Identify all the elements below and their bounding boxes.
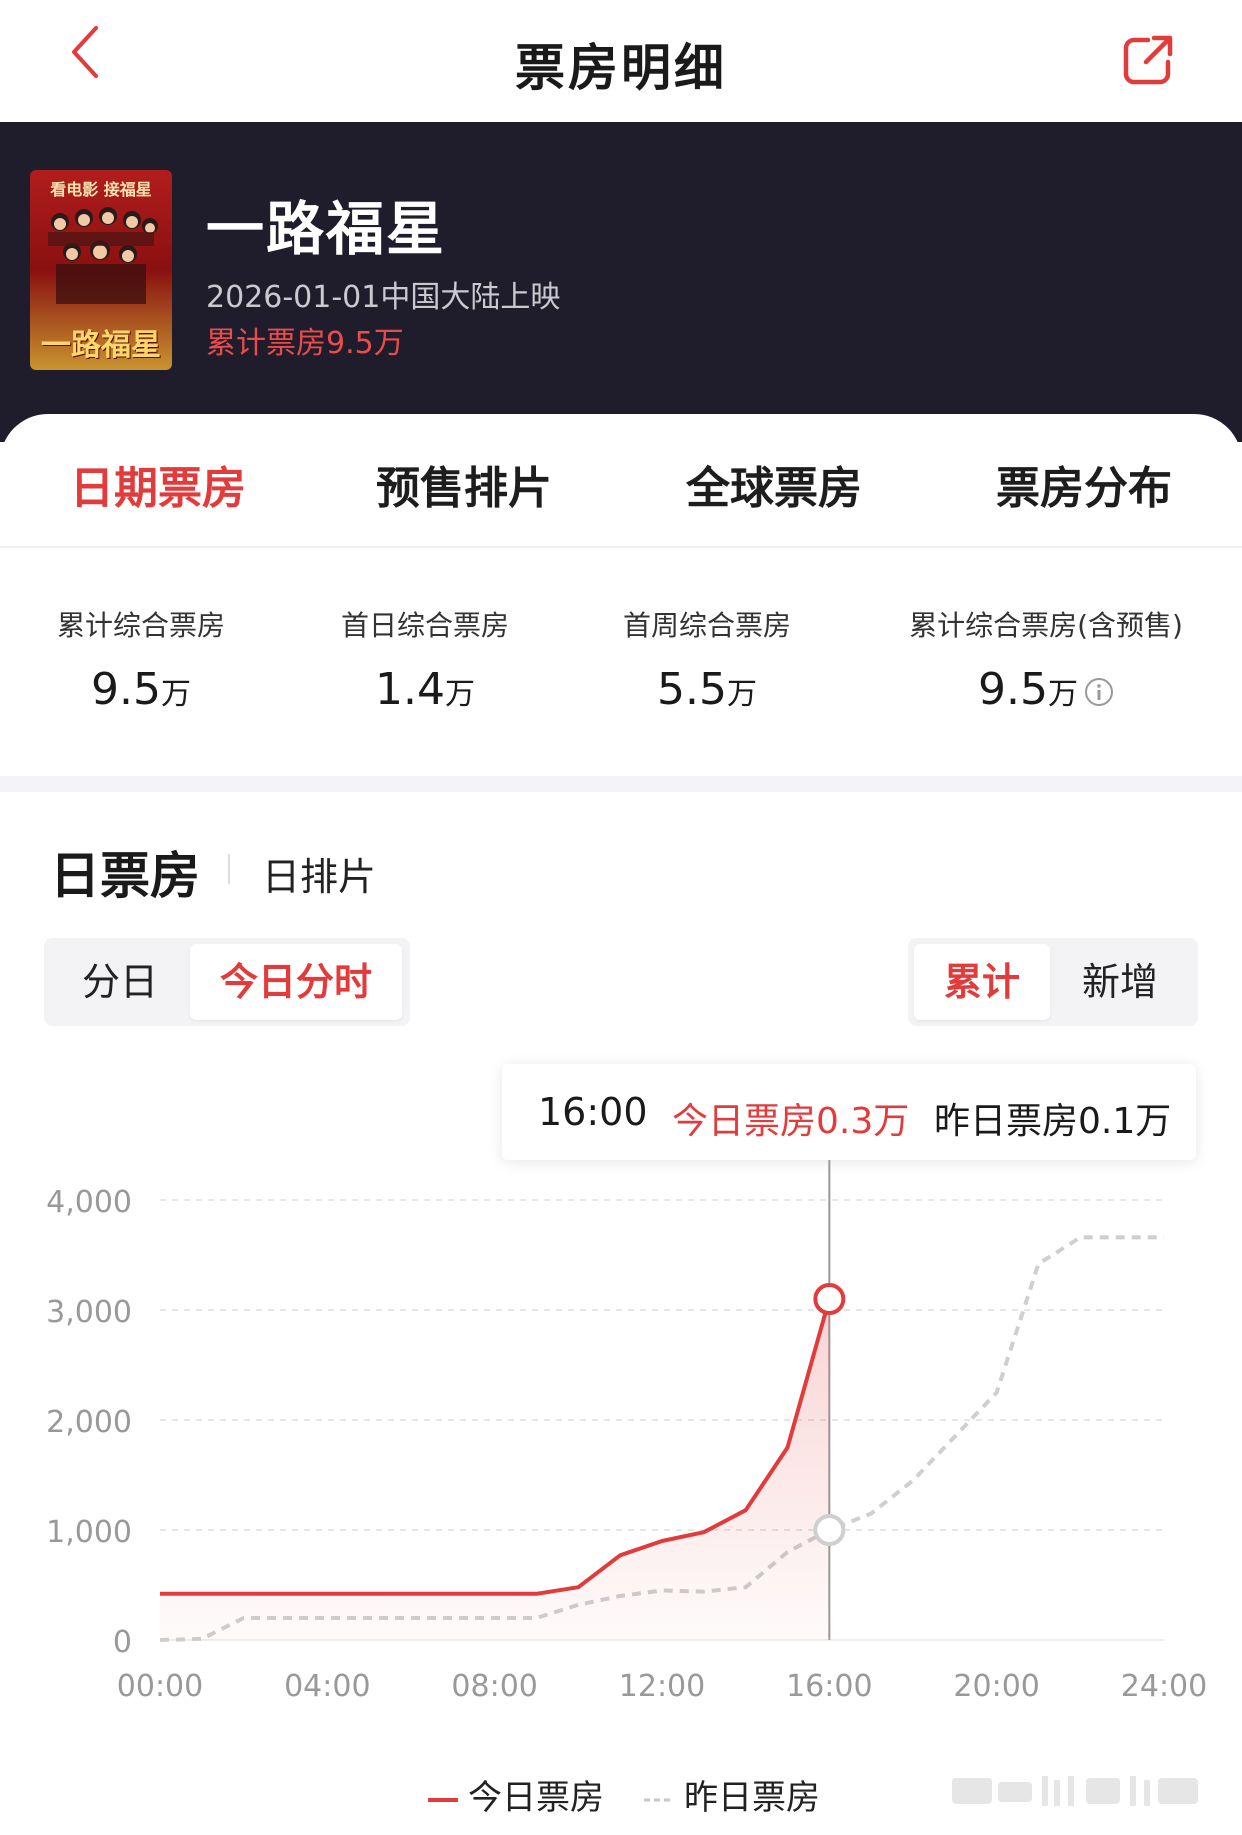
section-subtitle[interactable]: 日排片 xyxy=(262,846,376,901)
x-tick-label: 04:00 xyxy=(284,1669,370,1704)
toggle-today-hourly[interactable]: 今日分时 xyxy=(190,944,402,1020)
box-office-chart[interactable]: 4,000 3,000 2,000 1,000 0 00:00 04:00 08:00 12:0… xyxy=(0,1160,1242,1720)
box-office-card: 日期票房 预售排片 全球票房 票房分布 累计综合票房 9.5万 首日综合票房 1… xyxy=(0,414,1242,774)
poster-title: 一路福星 xyxy=(41,328,161,363)
movie-poster[interactable]: 看电影 接福星 一路福星 xyxy=(30,170,172,370)
legend-today: 今日票房 xyxy=(428,1770,604,1819)
y-tick-label: 0 xyxy=(113,1625,132,1660)
y-tick-label: 2,000 xyxy=(46,1405,132,1440)
section-divider xyxy=(0,776,1242,792)
poster-tagline: 看电影 接福星 xyxy=(50,180,152,199)
x-tick-label: 08:00 xyxy=(451,1669,537,1704)
toggle-cumulative[interactable]: 累计 xyxy=(914,944,1050,1020)
page-title: 票房明细 xyxy=(515,39,727,97)
stat-value: 9.5万 xyxy=(896,664,1196,715)
series-today-point xyxy=(813,1283,846,1315)
tooltip-time: 16:00 xyxy=(538,1090,648,1134)
mode-toggle: 累计 新增 xyxy=(908,938,1198,1026)
legend-yesterday-line-icon xyxy=(644,1798,674,1801)
tab-global[interactable]: 全球票房 xyxy=(686,452,862,516)
chart-tooltip: 16:00 今日票房0.3万 昨日票房0.1万 xyxy=(502,1064,1196,1160)
section-title[interactable]: 日票房 xyxy=(50,836,200,908)
poster-cast-image xyxy=(48,207,158,304)
toggle-by-day[interactable]: 分日 xyxy=(50,944,190,1020)
stat-label: 首周综合票房 xyxy=(622,609,791,642)
stat-label: 累计综合票房 xyxy=(56,609,225,642)
stat-first-week: 首周综合票房 5.5万 xyxy=(612,604,802,715)
tab-bar: 日期票房 预售排片 全球票房 票房分布 xyxy=(0,414,1242,548)
watermark-icon xyxy=(952,1776,1198,1806)
tooltip-today: 今日票房0.3万 xyxy=(672,1101,910,1142)
x-tick-label: 00:00 xyxy=(117,1669,203,1704)
y-tick-label: 3,000 xyxy=(46,1295,132,1330)
tooltip-yesterday: 昨日票房0.1万 xyxy=(934,1101,1172,1142)
stat-first-day: 首日综合票房 1.4万 xyxy=(330,604,520,715)
granularity-toggle: 分日 今日分时 xyxy=(44,938,410,1026)
y-tick-label: 4,000 xyxy=(46,1185,132,1220)
tab-presale[interactable]: 预售排片 xyxy=(376,452,552,516)
y-tick-label: 1,000 xyxy=(46,1515,132,1550)
info-icon[interactable] xyxy=(1084,677,1114,707)
stat-value: 9.5万 xyxy=(91,664,191,715)
release-date: 2026-01-01中国大陆上映 xyxy=(206,280,561,315)
total-box-office: 累计票房9.5万 xyxy=(206,326,404,361)
x-tick-label: 12:00 xyxy=(619,1669,705,1704)
series-today-area xyxy=(160,1299,830,1640)
legend-today-label: 今日票房 xyxy=(468,1778,604,1818)
stat-value: 5.5万 xyxy=(657,664,757,715)
tab-distribution[interactable]: 票房分布 xyxy=(996,452,1172,516)
stat-total: 累计综合票房 9.5万 xyxy=(46,604,236,715)
legend-today-line-icon xyxy=(428,1797,458,1802)
toggle-new[interactable]: 新增 xyxy=(1050,944,1190,1020)
movie-header: 看电影 接福星 一路福星 一路福星 2026-01-01中国大陆上映 累计票房9… xyxy=(0,122,1242,442)
stat-label: 累计综合票房(含预售) xyxy=(909,609,1183,642)
legend-yesterday: 昨日票房 xyxy=(644,1770,820,1819)
x-tick-label: 24:00 xyxy=(1121,1669,1207,1704)
stat-label: 首日综合票房 xyxy=(340,609,509,642)
x-tick-label: 20:00 xyxy=(953,1669,1039,1704)
section-separator xyxy=(228,854,230,884)
x-tick-label: 16:00 xyxy=(786,1669,872,1704)
nav-bar: 票房明细 xyxy=(0,0,1242,122)
tab-date-box-office[interactable]: 日期票房 xyxy=(70,452,246,516)
legend-yesterday-label: 昨日票房 xyxy=(684,1778,820,1818)
stat-value: 1.4万 xyxy=(375,664,475,715)
movie-title: 一路福星 xyxy=(206,195,447,263)
stat-total-presale: 累计综合票房(含预售) 9.5万 xyxy=(896,604,1196,715)
series-yesterday-point xyxy=(813,1514,846,1546)
share-icon[interactable] xyxy=(1120,30,1178,88)
